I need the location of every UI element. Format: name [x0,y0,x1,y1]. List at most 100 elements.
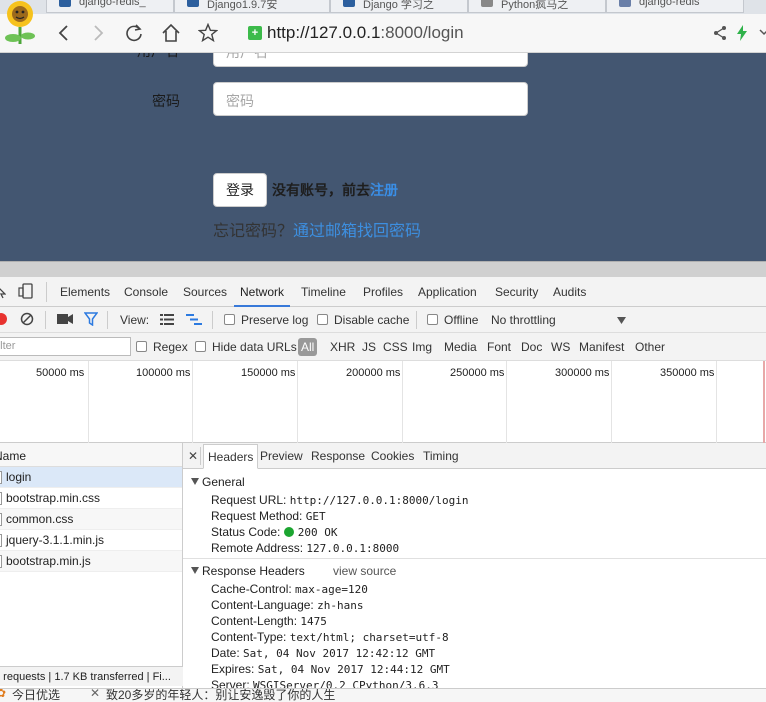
clear-icon[interactable] [20,312,34,326]
load-event-marker [763,361,765,443]
tab-security[interactable]: Security [495,285,538,299]
tab-response[interactable]: Response [311,449,365,463]
today-picks-label[interactable]: 今日优选 [12,689,60,702]
browser-tab[interactable]: django-redis [606,0,744,13]
filter-type-other[interactable]: Other [635,340,665,354]
share-icon [714,26,726,40]
dropdown-arrow-icon[interactable] [617,317,626,324]
news-close-icon[interactable]: ✕ [90,689,100,700]
filter-type-all[interactable]: All [298,338,318,356]
hide-data-urls-checkbox[interactable]: Hide data URLs [195,340,297,354]
share-button[interactable] [708,21,732,45]
request-detail-panel: ✕ Headers Preview Response Cookies Timin… [183,443,766,702]
timeline-tick-label: 250000 ms [450,367,505,379]
email-recover-link[interactable]: 通过邮箱找回密码 [293,223,421,240]
browser-avatar-logo [5,1,35,44]
general-section-toggle[interactable]: General [191,475,245,489]
response-headers-toggle[interactable]: Response Headers [191,564,305,578]
home-button[interactable] [159,21,183,45]
response-headers-title: Response Headers [202,564,305,578]
header-value: 1475 [300,615,327,628]
filter-type-ws[interactable]: WS [551,340,570,354]
filter-type-js[interactable]: JS [362,340,376,354]
timeline-gridline [88,361,89,443]
close-icon[interactable]: ✕ [188,449,198,463]
throttling-select[interactable]: No throttling [491,313,556,327]
tab-favicon-icon [59,0,71,7]
devtools-tab-bar: Elements Console Sources Network Timelin… [0,277,766,307]
filter-type-font[interactable]: Font [487,340,511,354]
filter-input[interactable]: Filter [0,337,131,356]
script-file-icon [0,555,2,568]
request-row[interactable]: jquery-3.1.1.min.js [0,530,182,551]
tab-network[interactable]: Network [240,285,284,299]
devtools-resize-handle[interactable] [0,261,766,277]
view-source-link[interactable]: view source [333,564,396,578]
device-toolbar-icon[interactable] [18,283,34,299]
preserve-log-checkbox[interactable]: Preserve log [224,313,308,327]
register-link[interactable]: 注册 [370,182,398,198]
network-overview-timeline[interactable]: 50000 ms 100000 ms 150000 ms 200000 ms 2… [0,361,766,443]
screenshot-camera-icon[interactable] [57,313,73,325]
tab-favicon-icon [481,0,493,7]
header-value: http://127.0.0.1:8000/login [289,494,469,507]
filter-type-xhr[interactable]: XHR [330,340,355,354]
news-headline[interactable]: 致20多岁的年轻人：别让安逸毁了你的人生 [106,689,335,702]
timeline-gridline [506,361,507,443]
tab-console[interactable]: Console [124,285,168,299]
arrow-right-icon [94,25,104,41]
url-host: http://127.0.0.1 [267,23,381,42]
browser-news-bar: ✿ 今日优选 ✕ 致20多岁的年轻人：别让安逸毁了你的人生 [0,688,766,702]
filter-funnel-icon[interactable] [84,312,98,326]
request-row[interactable]: bootstrap.min.js [0,551,182,572]
request-row[interactable]: common.css [0,509,182,530]
tab-preview[interactable]: Preview [260,449,303,463]
browser-tab[interactable]: Django1.9.7安 [174,0,330,13]
forgot-password-label: 忘记密码？ [213,223,294,240]
filter-type-media[interactable]: Media [444,340,477,354]
record-icon[interactable] [0,312,8,326]
tab-timing[interactable]: Timing [423,449,459,463]
tab-elements[interactable]: Elements [60,285,110,299]
timeline-gridline [402,361,403,443]
url-field[interactable]: + http://127.0.0.1:8000/login [248,23,464,43]
browser-tab[interactable]: django-redis_ [46,0,174,13]
tab-audits[interactable]: Audits [553,285,586,299]
filter-type-doc[interactable]: Doc [521,340,542,354]
username-input[interactable]: 用户名 [213,53,528,67]
login-button[interactable]: 登录 [213,173,267,207]
bookmark-button[interactable] [196,21,220,45]
inspect-element-icon[interactable] [0,285,6,299]
tab-cookies[interactable]: Cookies [371,449,414,463]
lightning-button[interactable] [730,21,754,45]
reload-button[interactable] [122,21,146,45]
tab-application[interactable]: Application [418,285,477,299]
timeline-tick-label: 150000 ms [241,367,296,379]
tab-headers[interactable]: Headers [203,444,259,469]
forward-button[interactable] [86,21,110,45]
password-input[interactable]: 密码 [213,82,528,116]
filter-type-css[interactable]: CSS [383,340,408,354]
request-row[interactable]: login [0,467,182,488]
request-list-header[interactable]: Name [0,443,182,467]
overview-waterfall-icon[interactable] [186,314,202,325]
large-rows-icon[interactable] [160,314,174,325]
tab-timeline[interactable]: Timeline [301,285,346,299]
back-button[interactable] [52,21,76,45]
timeline-tick-label: 100000 ms [136,367,191,379]
filter-type-img[interactable]: Img [412,340,432,354]
browser-tab[interactable]: Django 学习之 [330,0,468,13]
disable-cache-checkbox[interactable]: Disable cache [317,313,409,327]
offline-checkbox[interactable]: Offline [427,313,478,327]
chevron-icon [759,29,766,36]
regex-checkbox[interactable]: Regex [136,340,188,354]
timeline-tick-label: 200000 ms [346,367,401,379]
tab-profiles[interactable]: Profiles [363,285,403,299]
tab-sources[interactable]: Sources [183,285,227,299]
filter-type-manifest[interactable]: Manifest [579,340,624,354]
timeline-gridline [297,361,298,443]
browser-tab[interactable]: Python疯马之 [468,0,606,13]
menu-button[interactable] [752,21,766,45]
header-key: Content-Length: [211,614,298,628]
request-row[interactable]: bootstrap.min.css [0,488,182,509]
